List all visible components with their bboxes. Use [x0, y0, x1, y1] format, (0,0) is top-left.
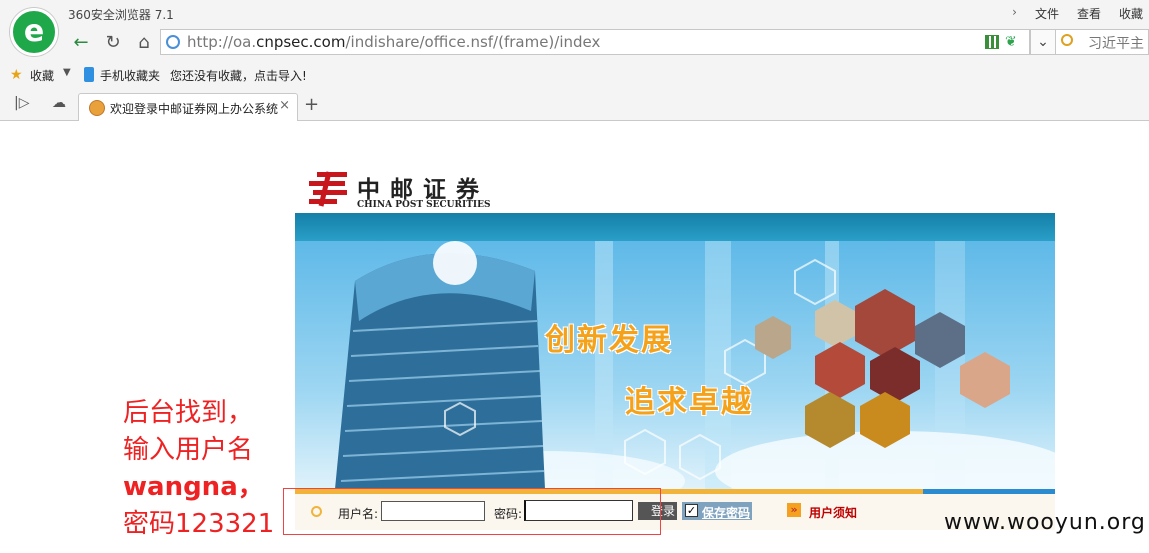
import-favorites-link[interactable]: 您还没有收藏，点击导入! — [170, 67, 307, 84]
bookmarks-bar: ★ 收藏 ▼ 手机收藏夹 您还没有收藏，点击导入! — [0, 60, 1149, 90]
url-text: http://oa.cnpsec.com/indishare/office.ns… — [187, 33, 601, 51]
globe-icon — [166, 35, 180, 49]
user-notice-link[interactable]: 用户须知 — [809, 504, 857, 521]
title-bar: 360安全浏览器 7.1 › 文件 查看 收藏 — [0, 0, 1149, 28]
annotation-line-3: wangna， — [123, 472, 264, 502]
chevron-down-icon[interactable]: ⌄ — [1030, 29, 1056, 55]
menu-bar: › 文件 查看 收藏 — [1012, 5, 1143, 22]
banner-image: 创新发展 追求卓越 — [295, 241, 1055, 489]
checkmark-icon[interactable]: ✓ — [685, 504, 698, 517]
mobile-favorites-link[interactable]: 手机收藏夹 — [100, 67, 160, 84]
banner-header-strip — [295, 213, 1055, 241]
security-leaf-icon[interactable]: ❦ — [1005, 34, 1021, 50]
close-icon[interactable]: × — [279, 98, 290, 113]
web-page: 中邮证券 CHINA POST SECURITIES 创新发展 追求卓越 用户名… — [0, 122, 1149, 553]
save-password-label: 保存密码 — [702, 506, 751, 520]
back-arrow-icon[interactable]: ← — [68, 30, 94, 56]
watermark: www.wooyun.org — [944, 510, 1146, 535]
site-favicon-icon — [89, 100, 105, 116]
menu-favorites[interactable]: 收藏 — [1119, 5, 1143, 22]
logo-english: CHINA POST SECURITIES — [357, 200, 491, 210]
menu-view[interactable]: 查看 — [1077, 5, 1101, 22]
tab-title: 欢迎登录中邮证券网上办公系统 — [110, 102, 278, 116]
browser-logo-icon: e — [10, 8, 58, 56]
search-text: 习近平主 — [1088, 36, 1144, 52]
new-tab-button[interactable]: + — [304, 94, 319, 115]
annotation-line-4: 密码123321 — [123, 509, 275, 539]
app-title: 360安全浏览器 7.1 — [68, 8, 174, 22]
annotation-line-2: 输入用户名 — [123, 435, 254, 465]
browser-window: 360安全浏览器 7.1 › 文件 查看 收藏 e ← ↻ ⌂ http://o… — [0, 0, 1149, 553]
qr-code-icon[interactable] — [985, 35, 999, 49]
phone-icon — [84, 67, 94, 82]
chevron-right-icon[interactable]: › — [1012, 5, 1017, 22]
search-icon — [1061, 34, 1073, 46]
favorites-button[interactable]: 收藏 — [30, 67, 54, 84]
tab-active[interactable]: 欢迎登录中邮证券网上办公系统 × — [78, 93, 298, 121]
home-icon[interactable]: ⌂ — [131, 30, 157, 56]
highlight-box — [283, 488, 661, 535]
refresh-icon[interactable]: ↻ — [100, 30, 126, 56]
save-password-checkbox[interactable]: ✓ 保存密码 — [682, 502, 752, 520]
banner-art — [335, 241, 1055, 489]
caret-down-icon[interactable]: ▼ — [63, 67, 71, 78]
china-post-logo-icon — [309, 171, 347, 207]
double-arrow-icon: » — [787, 503, 801, 517]
address-bar[interactable]: http://oa.cnpsec.com/indishare/office.ns… — [160, 29, 1030, 55]
sidebar-toggle-icon[interactable]: |▷ — [14, 95, 29, 111]
cloud-icon[interactable]: ☁ — [52, 95, 66, 111]
navigation-bar: ← ↻ ⌂ http://oa.cnpsec.com/indishare/off… — [0, 28, 1149, 60]
star-icon: ★ — [10, 67, 23, 83]
slogan-innovation: 创新发展 — [545, 323, 673, 358]
annotation-text: 后台找到， 输入用户名 wangna， 密码123321 — [123, 395, 274, 543]
logo-chinese: 中邮证券 — [357, 176, 489, 203]
annotation-line-1: 后台找到， — [123, 398, 254, 428]
menu-file[interactable]: 文件 — [1035, 5, 1059, 22]
tab-bar: |▷ ☁ 欢迎登录中邮证券网上办公系统 × + — [0, 90, 1149, 121]
slogan-excellence: 追求卓越 — [625, 385, 753, 420]
search-input[interactable]: 习近平主 — [1056, 29, 1149, 55]
